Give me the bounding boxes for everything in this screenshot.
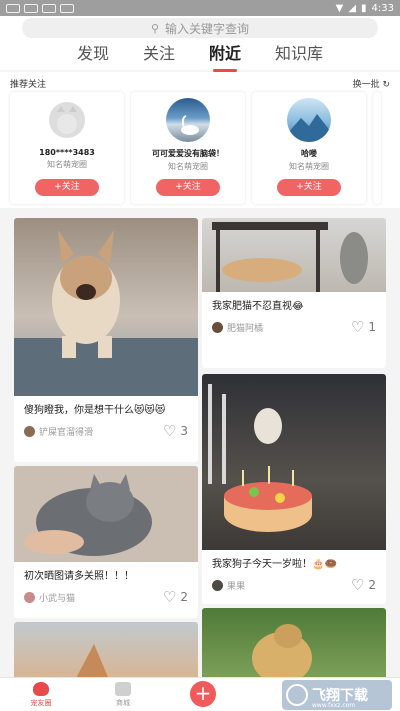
author-name[interactable]: 肥猫阿橘 xyxy=(227,321,263,334)
search-icon: ⚲ xyxy=(150,21,160,35)
plus-icon: + xyxy=(194,681,212,705)
follow-button[interactable]: +关注 xyxy=(35,179,99,196)
bottom-nav: 宠友圈 商城 + 飞翔下载 www.fxxz.com xyxy=(0,677,400,711)
search-placeholder: 输入关键字查询 xyxy=(165,21,250,36)
refresh-icon: ↻ xyxy=(382,80,390,90)
like-button[interactable]: ♡ 3 xyxy=(163,422,188,440)
follow-button[interactable]: +关注 xyxy=(156,179,220,196)
signal-icon: ▼ xyxy=(335,2,344,14)
nav-mall[interactable]: 商城 xyxy=(98,682,148,708)
cellular-icon: ◢ xyxy=(348,2,357,14)
author-name[interactable]: 果果 xyxy=(227,579,245,592)
notification-icons xyxy=(6,3,74,13)
recommend-user-card[interactable]: 180****3483 知名萌宠圈 +关注 xyxy=(10,92,124,204)
post-caption: 初次晒图请多关照！！！ xyxy=(24,571,134,582)
tab-nearby[interactable]: 附近 xyxy=(209,42,241,72)
user-group: 知名萌宠圈 xyxy=(168,162,208,171)
post-caption: 傻狗瞪我，你是想干什么😻😻😻 xyxy=(24,405,166,416)
recommend-title: 推荐关注 xyxy=(10,80,47,90)
avatar[interactable] xyxy=(45,98,89,142)
notification-icon xyxy=(24,3,38,13)
mountain-image xyxy=(287,114,331,142)
author-name[interactable]: 小武与猫 xyxy=(39,591,75,604)
cat-photo xyxy=(24,474,152,556)
like-button[interactable]: ♡ 2 xyxy=(163,588,188,606)
battery-icon: ▮ xyxy=(361,2,367,14)
tab-following[interactable]: 关注 xyxy=(143,42,175,70)
post-card[interactable] xyxy=(14,622,198,682)
post-card[interactable]: 我家狗子今天一岁啦！🎂🍩 果果 ♡ 2 xyxy=(202,374,386,604)
post-caption: 我家狗子今天一岁啦！🎂🍩 xyxy=(212,559,337,570)
dog-photo xyxy=(14,230,198,396)
heart-icon: ♡ xyxy=(350,318,365,336)
status-time: 4:33 xyxy=(371,2,394,14)
follow-button[interactable]: +关注 xyxy=(277,179,341,196)
user-name: 180****3483 xyxy=(39,148,95,157)
post-card[interactable]: 傻狗瞪我，你是想干什么😻😻😻 铲屎官溜得滑 ♡ 3 xyxy=(14,218,198,462)
user-name: 可可爱爱没有脑袋！ xyxy=(152,149,224,158)
post-card[interactable] xyxy=(202,608,386,682)
nav-pet-circle[interactable]: 宠友圈 xyxy=(16,682,66,708)
heart-icon: ♡ xyxy=(162,588,177,606)
swan-image xyxy=(181,115,199,135)
tab-knowledge[interactable]: 知识库 xyxy=(275,42,323,70)
post-caption: 我家肥猫不忍直视😂 xyxy=(212,301,304,312)
cat-logo-icon xyxy=(49,102,85,138)
like-button[interactable]: ♡ 1 xyxy=(351,318,376,336)
avatar[interactable] xyxy=(166,98,210,142)
notification-icon xyxy=(6,3,20,13)
notification-icon xyxy=(42,3,56,13)
author-name[interactable]: 铲屎官溜得滑 xyxy=(39,425,93,438)
author-avatar[interactable] xyxy=(24,591,35,603)
post-card[interactable]: 我家肥猫不忍直视😂 肥猫阿橘 ♡ 1 xyxy=(202,218,386,368)
post-image[interactable] xyxy=(202,374,386,550)
refresh-button[interactable]: 换一批 ↻ xyxy=(353,77,390,90)
shopping-bag-icon xyxy=(115,682,131,696)
author-avatar[interactable] xyxy=(212,321,223,333)
search-bar[interactable]: ⚲ 输入关键字查询 xyxy=(22,18,378,38)
user-group: 知名萌宠圈 xyxy=(47,160,87,169)
heart-icon: ♡ xyxy=(162,422,177,440)
author-avatar[interactable] xyxy=(24,425,35,437)
tab-bar: 发现 关注 附近 知识库 xyxy=(0,42,400,72)
top-bar: ⚲ 输入关键字查询 发现 关注 附近 知识库 xyxy=(0,16,400,72)
recommend-user-card[interactable]: 可可爱爱没有脑袋！ 知名萌宠圈 +关注 xyxy=(131,92,245,204)
dog-grass-photo xyxy=(252,624,312,682)
like-button[interactable]: ♡ 2 xyxy=(351,576,376,594)
add-post-button[interactable]: + xyxy=(190,681,216,707)
cat-face-icon xyxy=(33,682,49,696)
avatar[interactable] xyxy=(287,98,331,142)
post-card[interactable]: 初次晒图请多关照！！！ 小武与猫 ♡ 2 xyxy=(14,466,198,618)
status-bar: ▼ ◢ ▮ 4:33 xyxy=(0,0,400,16)
user-name: 哈喽 xyxy=(301,149,317,158)
cat-sleeping-photo xyxy=(212,222,368,292)
post-image[interactable] xyxy=(14,466,198,562)
recommend-user-card[interactable]: 哈喽 知名萌宠圈 +关注 xyxy=(252,92,366,204)
birthday-cake-photo xyxy=(208,384,312,532)
post-image[interactable] xyxy=(202,608,386,682)
post-image[interactable] xyxy=(202,218,386,292)
post-image[interactable] xyxy=(14,218,198,396)
recommend-user-card-partial[interactable] xyxy=(373,92,381,204)
watermark-logo: 飞翔下载 www.fxxz.com xyxy=(282,680,392,710)
author-avatar[interactable] xyxy=(212,579,223,591)
user-group: 知名萌宠圈 xyxy=(289,162,329,171)
recommend-section: 推荐关注 换一批 ↻ 180****3483 知名萌宠圈 +关注 可可爱爱没有脑… xyxy=(0,72,400,208)
pet-photo xyxy=(74,644,110,682)
tab-discover[interactable]: 发现 xyxy=(77,42,109,70)
heart-icon: ♡ xyxy=(350,576,365,594)
post-image[interactable] xyxy=(14,622,198,682)
watermark-icon xyxy=(286,684,308,706)
notification-icon xyxy=(60,3,74,13)
